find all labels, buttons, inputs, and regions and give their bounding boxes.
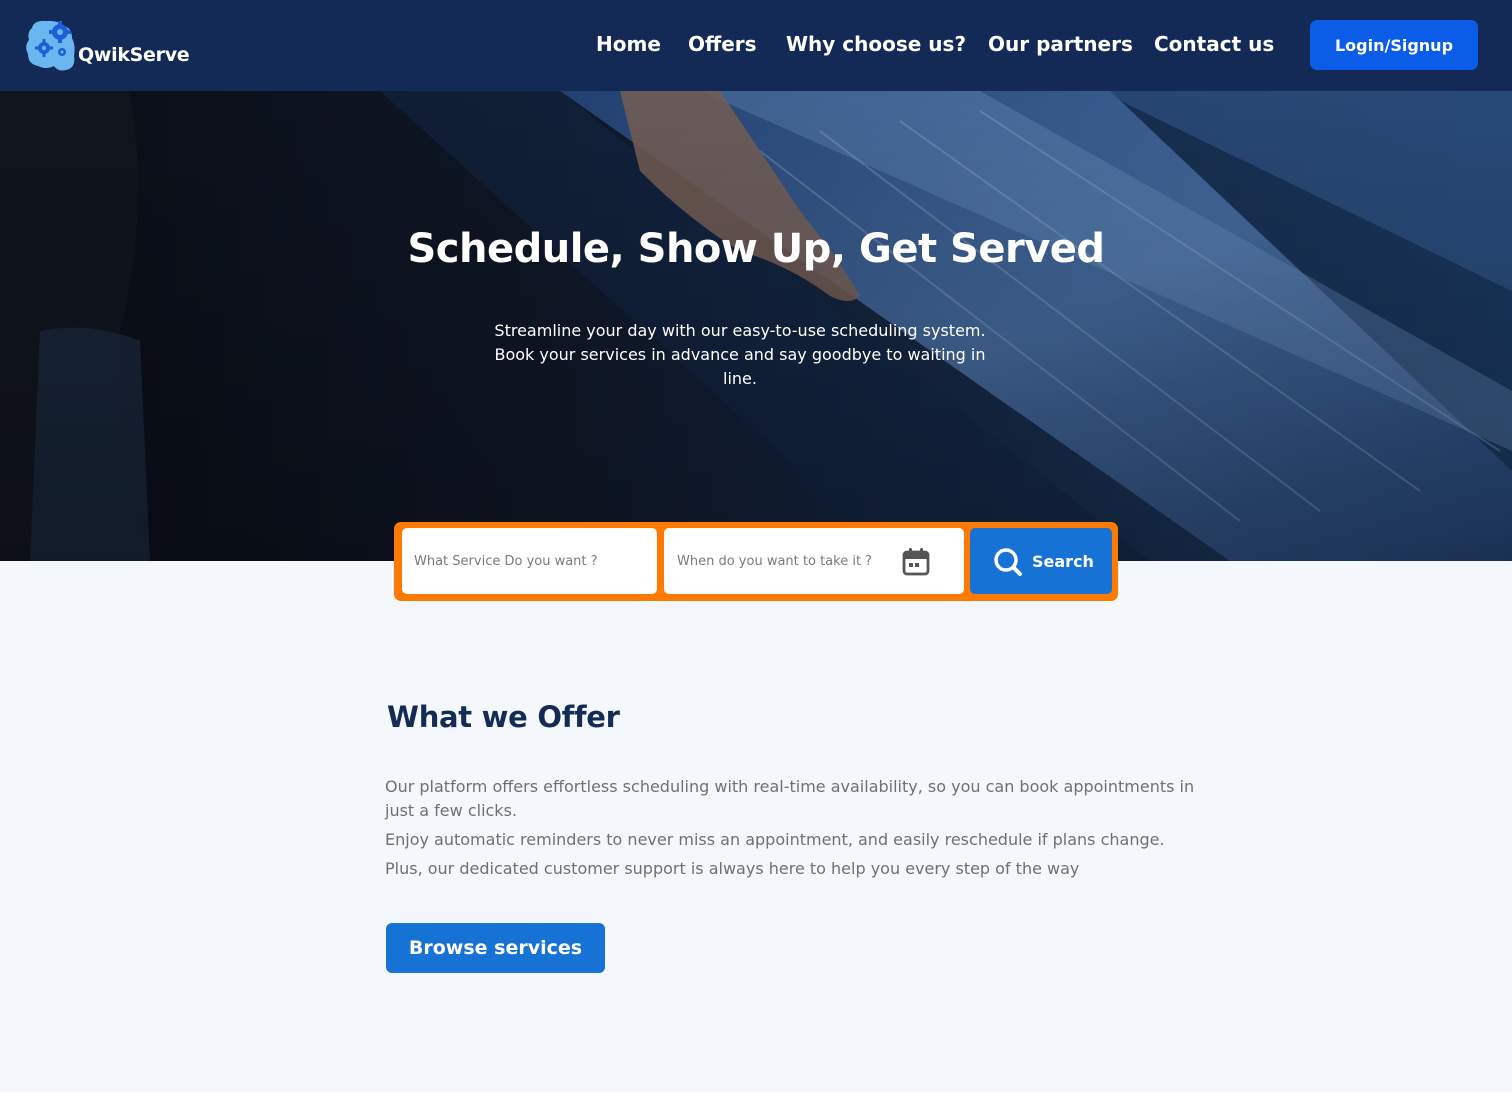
nav-contact-us[interactable]: Contact us <box>1154 32 1274 56</box>
date-field[interactable] <box>664 528 964 594</box>
calendar-icon[interactable] <box>901 547 931 577</box>
logo-icon[interactable] <box>24 18 80 72</box>
service-search-input[interactable] <box>402 528 657 594</box>
hero-section: Schedule, Show Up, Get Served Streamline… <box>0 91 1512 561</box>
footer-divider <box>0 1092 1512 1107</box>
offer-paragraph: Enjoy automatic reminders to never miss … <box>385 830 1165 849</box>
section-title: What we Offer <box>387 700 620 734</box>
browse-services-button[interactable]: Browse services <box>386 923 605 973</box>
nav-offers[interactable]: Offers <box>688 32 757 56</box>
date-input[interactable] <box>664 528 894 594</box>
search-bar: Search <box>394 522 1118 601</box>
nav-why-choose-us[interactable]: Why choose us? <box>786 32 966 56</box>
nav-home[interactable]: Home <box>596 32 661 56</box>
brand-name[interactable]: QwikServe <box>78 44 190 66</box>
offer-paragraph: Plus, our dedicated customer support is … <box>385 859 1080 878</box>
search-button-label: Search <box>1032 552 1094 571</box>
hero-title: Schedule, Show Up, Get Served <box>407 226 1105 272</box>
search-button[interactable]: Search <box>970 528 1112 594</box>
login-signup-button[interactable]: Login/Signup <box>1310 20 1478 70</box>
search-icon <box>994 548 1022 576</box>
offer-paragraph: Our platform offers effortless schedulin… <box>385 777 1195 820</box>
navbar: QwikServe Home Offers Why choose us? Our… <box>0 0 1512 91</box>
hero-subtitle: Streamline your day with our easy-to-use… <box>494 321 986 388</box>
nav-our-partners[interactable]: Our partners <box>988 32 1133 56</box>
